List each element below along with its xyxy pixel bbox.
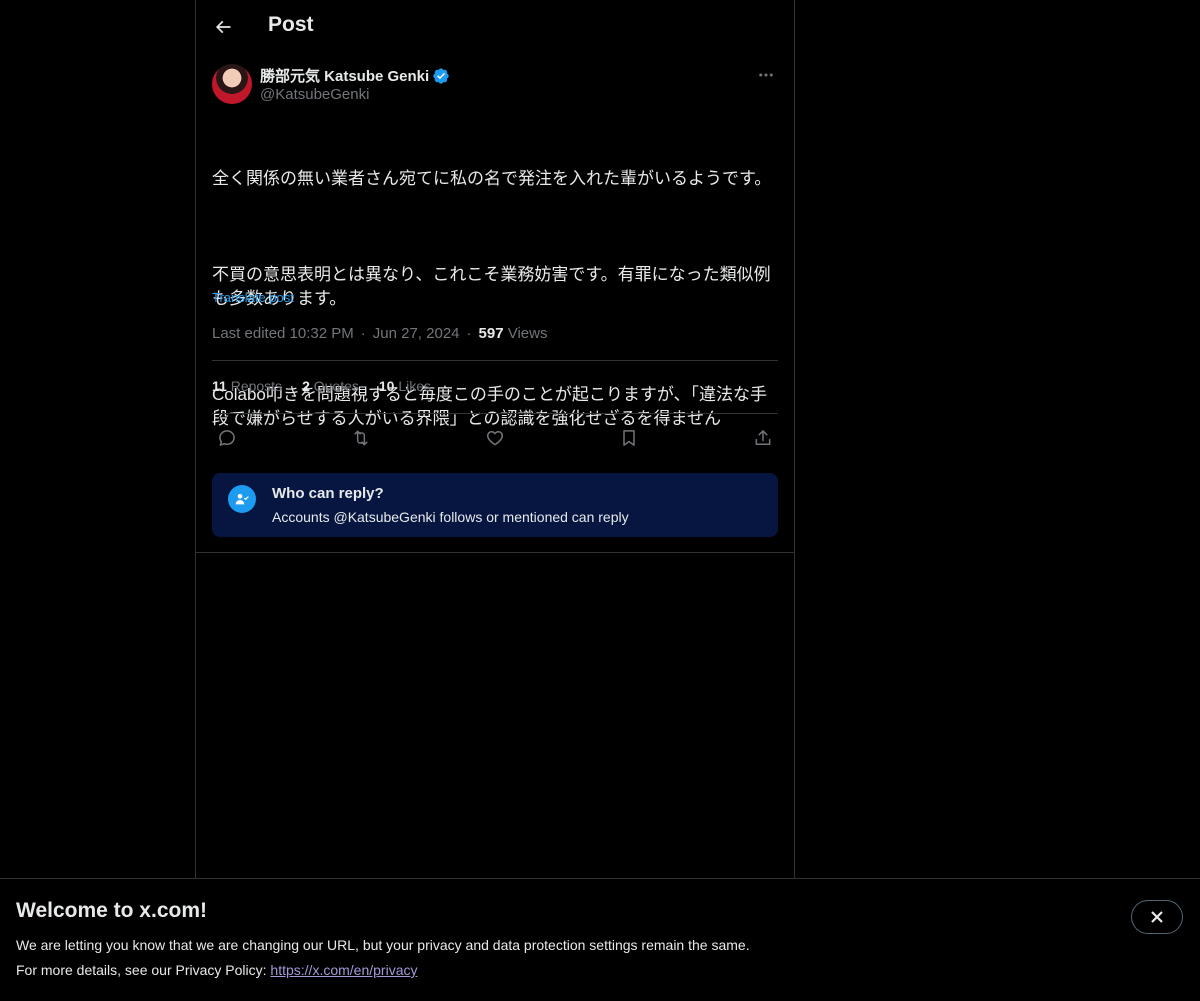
bookmark-button[interactable] bbox=[614, 424, 644, 452]
repost-icon bbox=[354, 430, 368, 446]
banner-title: Welcome to x.com! bbox=[16, 899, 207, 922]
quotes-label: Quotes bbox=[313, 378, 359, 394]
banner-message: We are letting you know that we are chan… bbox=[16, 937, 750, 953]
meta-separator: · bbox=[466, 325, 472, 342]
views[interactable]: 597 Views bbox=[479, 325, 548, 342]
avatar[interactable] bbox=[212, 64, 252, 104]
close-banner-button[interactable] bbox=[1131, 900, 1183, 934]
banner-privacy-line: For more details, see our Privacy Policy… bbox=[16, 962, 417, 978]
author-handle[interactable]: @KatsubeGenki bbox=[260, 86, 369, 103]
post-date[interactable]: Jun 27, 2024 bbox=[373, 325, 460, 342]
banner-privacy-prefix: For more details, see our Privacy Policy… bbox=[16, 962, 271, 978]
privacy-policy-link[interactable]: https://x.com/en/privacy bbox=[270, 962, 417, 978]
welcome-banner: Welcome to x.com! We are letting you kno… bbox=[0, 878, 1200, 1001]
author-name-row[interactable]: 勝部元気 Katsube Genki bbox=[260, 65, 450, 86]
who-can-reply-title: Who can reply? bbox=[272, 485, 384, 502]
verified-badge-icon bbox=[433, 67, 449, 84]
reposts-stat[interactable]: 11 Reposts bbox=[212, 378, 282, 394]
views-label: Views bbox=[507, 325, 548, 342]
likes-stat[interactable]: 10 Likes bbox=[379, 378, 431, 394]
reposts-label: Reposts bbox=[230, 378, 283, 394]
who-can-reply-box: Who can reply? Accounts @KatsubeGenki fo… bbox=[212, 473, 778, 537]
page-title: Post bbox=[268, 13, 314, 36]
quotes-stat[interactable]: 2 Quotes bbox=[302, 378, 359, 394]
share-icon bbox=[755, 430, 771, 445]
user-check-icon bbox=[235, 494, 249, 505]
close-icon bbox=[1151, 911, 1163, 923]
divider bbox=[212, 413, 778, 414]
post-meta: Last edited 10:32 PM · Jun 27, 2024 · 59… bbox=[212, 325, 547, 342]
post-paragraph: 全く関係の無い業者さん宛てに私の名で発注を入れた輩がいるようです。 bbox=[212, 169, 772, 188]
who-can-reply-subtitle: Accounts @KatsubeGenki follows or mentio… bbox=[272, 509, 629, 525]
like-icon bbox=[486, 431, 504, 446]
divider bbox=[196, 552, 794, 553]
quotes-count: 2 bbox=[302, 378, 310, 394]
repost-button[interactable] bbox=[346, 424, 376, 452]
author-display-name[interactable]: 勝部元気 Katsube Genki bbox=[260, 65, 429, 86]
engagement-stats: 11 Reposts 2 Quotes 10 Likes bbox=[212, 378, 431, 394]
reply-icon bbox=[219, 430, 235, 446]
likes-count: 10 bbox=[378, 378, 395, 394]
more-dots-icon bbox=[759, 73, 773, 77]
post-paragraph: 不買の意思表明とは異なり、これこそ業務妨害です。有罪になった類似例 も多数ありま… bbox=[212, 265, 771, 308]
likes-label: Likes bbox=[398, 378, 432, 394]
bookmark-icon bbox=[623, 430, 635, 446]
translate-post-link[interactable]: Translate post bbox=[212, 290, 294, 305]
more-options-button[interactable] bbox=[754, 64, 778, 86]
reply-button[interactable] bbox=[212, 424, 242, 452]
reply-restriction-icon-wrap bbox=[228, 485, 256, 513]
post-author: 勝部元気 Katsube Genki @KatsubeGenki bbox=[212, 64, 778, 108]
views-count: 597 bbox=[478, 325, 504, 342]
divider bbox=[212, 360, 778, 361]
top-bar: Post bbox=[196, 0, 794, 53]
arrow-left-icon bbox=[215, 20, 231, 34]
back-button[interactable] bbox=[206, 10, 240, 44]
action-bar bbox=[212, 424, 778, 452]
reposts-count: 11 bbox=[212, 378, 227, 394]
edited-time[interactable]: Last edited 10:32 PM bbox=[212, 325, 354, 342]
like-button[interactable] bbox=[480, 424, 510, 452]
share-button[interactable] bbox=[748, 424, 778, 452]
post-column: Post 勝部元気 Katsube Genki @KatsubeGenki 全く… bbox=[195, 0, 795, 878]
meta-separator: · bbox=[360, 325, 366, 342]
